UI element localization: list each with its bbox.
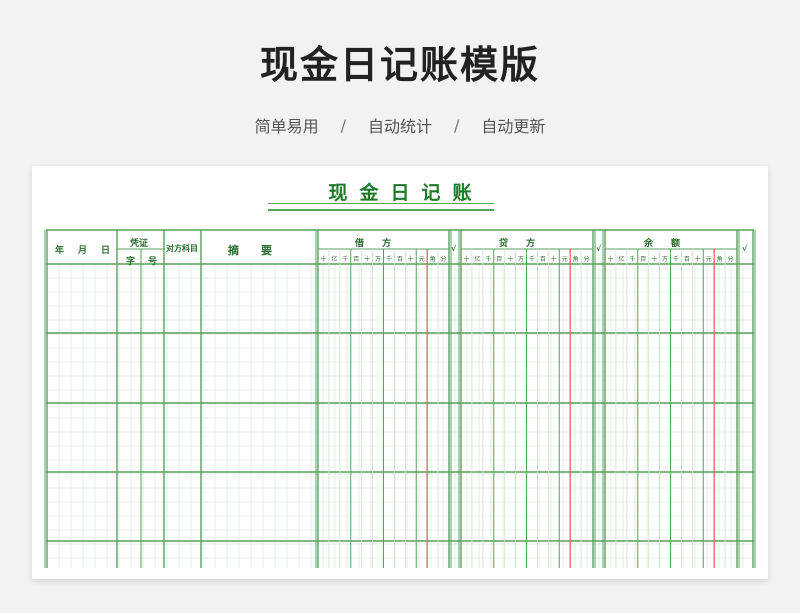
digit-label: 亿 bbox=[618, 256, 625, 263]
digit-label: 元 bbox=[561, 256, 568, 263]
digit-label: 亿 bbox=[474, 256, 481, 263]
header-balance: 余 额 bbox=[644, 239, 681, 249]
digit-label: 十 bbox=[651, 256, 658, 263]
digit-label: 百 bbox=[539, 256, 546, 263]
digit-label: 分 bbox=[727, 256, 734, 263]
digit-label: 万 bbox=[518, 256, 525, 263]
header-voucher-type: 字 bbox=[126, 257, 136, 267]
digit-label: 十 bbox=[364, 256, 371, 263]
digit-label: 十 bbox=[550, 256, 557, 263]
digit-label: 百 bbox=[640, 256, 647, 263]
digit-label: 万 bbox=[375, 256, 382, 263]
header-debit: 借 方 bbox=[355, 239, 392, 249]
digit-label: 千 bbox=[672, 256, 679, 263]
digit-label: 分 bbox=[440, 256, 447, 263]
header-voucher: 凭证 bbox=[130, 239, 149, 249]
digit-label: 亿 bbox=[331, 256, 338, 263]
digit-label: 十 bbox=[607, 256, 614, 263]
header-year: 年 bbox=[55, 246, 65, 256]
digit-label: 百 bbox=[683, 256, 690, 263]
header-check-balance: √ bbox=[742, 243, 748, 253]
digit-label: 百 bbox=[396, 256, 403, 263]
digit-label: 十 bbox=[407, 256, 414, 263]
digit-label: 元 bbox=[705, 256, 712, 263]
header-credit: 贷 方 bbox=[499, 239, 536, 249]
header-day: 日 bbox=[101, 246, 111, 256]
digit-label: 百 bbox=[496, 256, 503, 263]
digit-label: 分 bbox=[583, 256, 590, 263]
digit-label: 万 bbox=[662, 256, 669, 263]
header-check-debit: √ bbox=[451, 243, 457, 253]
header-month: 月 bbox=[78, 246, 88, 256]
digit-label: 千 bbox=[629, 256, 636, 263]
digit-label: 十 bbox=[694, 256, 701, 263]
digit-label: 千 bbox=[528, 256, 535, 263]
digit-label: 角 bbox=[572, 256, 579, 263]
digit-label: 百 bbox=[353, 256, 360, 263]
header-check-credit: √ bbox=[596, 243, 602, 253]
digit-label: 十 bbox=[507, 256, 514, 263]
digit-label: 元 bbox=[418, 256, 425, 263]
ledger-grid bbox=[44, 229, 756, 568]
digit-label: 十 bbox=[320, 256, 327, 263]
digit-label: 千 bbox=[485, 256, 492, 263]
digit-label: 角 bbox=[429, 256, 436, 263]
digit-label: 千 bbox=[385, 256, 392, 263]
digit-label: 角 bbox=[716, 256, 723, 263]
digit-label: 千 bbox=[342, 256, 349, 263]
header-summary: 摘 要 bbox=[228, 244, 272, 257]
digit-label: 十 bbox=[463, 256, 470, 263]
header-contra-account: 对方科目 bbox=[166, 243, 198, 253]
header-voucher-number: 号 bbox=[148, 257, 158, 267]
